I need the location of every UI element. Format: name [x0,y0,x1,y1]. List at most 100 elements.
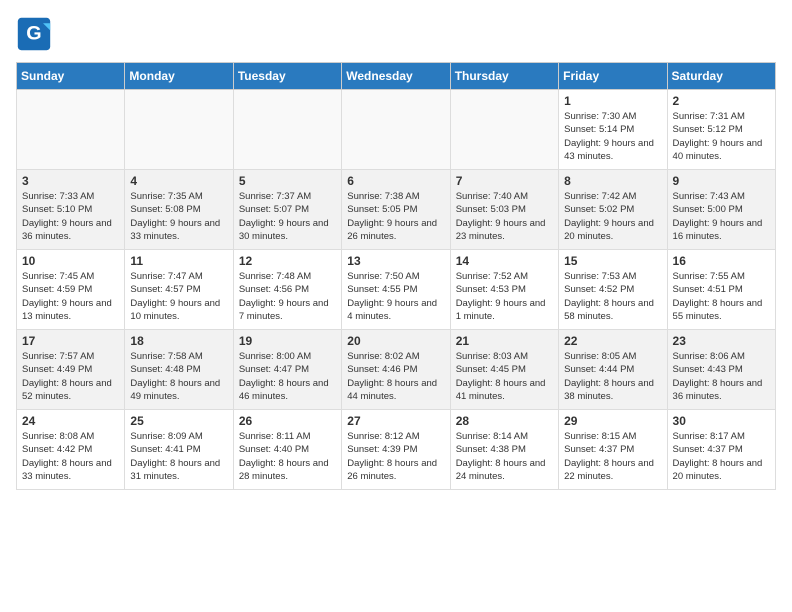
day-number: 1 [564,94,661,108]
calendar-cell: 12 Sunrise: 7:48 AM Sunset: 4:56 PM Dayli… [233,250,341,330]
day-info: Sunrise: 7:52 AM Sunset: 4:53 PM Dayligh… [456,270,553,323]
day-number: 20 [347,334,444,348]
day-info: Sunrise: 7:55 AM Sunset: 4:51 PM Dayligh… [673,270,770,323]
day-number: 7 [456,174,553,188]
calendar-cell [125,90,233,170]
calendar-week-row: 10 Sunrise: 7:45 AM Sunset: 4:59 PM Dayli… [17,250,776,330]
calendar-cell: 5 Sunrise: 7:37 AM Sunset: 5:07 PM Daylig… [233,170,341,250]
calendar-cell: 10 Sunrise: 7:45 AM Sunset: 4:59 PM Dayli… [17,250,125,330]
day-number: 26 [239,414,336,428]
day-info: Sunrise: 7:42 AM Sunset: 5:02 PM Dayligh… [564,190,661,243]
calendar-cell: 20 Sunrise: 8:02 AM Sunset: 4:46 PM Dayli… [342,330,450,410]
day-number: 8 [564,174,661,188]
day-number: 13 [347,254,444,268]
weekday-header-cell: Wednesday [342,63,450,90]
weekday-header-cell: Monday [125,63,233,90]
day-info: Sunrise: 8:09 AM Sunset: 4:41 PM Dayligh… [130,430,227,483]
calendar-cell: 22 Sunrise: 8:05 AM Sunset: 4:44 PM Dayli… [559,330,667,410]
weekday-header-row: SundayMondayTuesdayWednesdayThursdayFrid… [17,63,776,90]
calendar-cell: 16 Sunrise: 7:55 AM Sunset: 4:51 PM Dayli… [667,250,775,330]
calendar-cell: 1Sunrise: 7:30 AM Sunset: 5:14 PM Daylig… [559,90,667,170]
day-info: Sunrise: 7:35 AM Sunset: 5:08 PM Dayligh… [130,190,227,243]
day-number: 27 [347,414,444,428]
day-info: Sunrise: 7:57 AM Sunset: 4:49 PM Dayligh… [22,350,119,403]
calendar-body: 1Sunrise: 7:30 AM Sunset: 5:14 PM Daylig… [17,90,776,490]
weekday-header-cell: Tuesday [233,63,341,90]
calendar-cell: 6 Sunrise: 7:38 AM Sunset: 5:05 PM Daylig… [342,170,450,250]
calendar-week-row: 3Sunrise: 7:33 AM Sunset: 5:10 PM Daylig… [17,170,776,250]
calendar-cell [342,90,450,170]
calendar-cell: 4Sunrise: 7:35 AM Sunset: 5:08 PM Daylig… [125,170,233,250]
day-info: Sunrise: 7:38 AM Sunset: 5:05 PM Dayligh… [347,190,444,243]
day-info: Sunrise: 7:47 AM Sunset: 4:57 PM Dayligh… [130,270,227,323]
calendar-cell: 14 Sunrise: 7:52 AM Sunset: 4:53 PM Dayli… [450,250,558,330]
calendar-cell: 23 Sunrise: 8:06 AM Sunset: 4:43 PM Dayli… [667,330,775,410]
weekday-header-cell: Sunday [17,63,125,90]
day-info: Sunrise: 7:58 AM Sunset: 4:48 PM Dayligh… [130,350,227,403]
logo: G [16,16,56,52]
calendar-cell: 26 Sunrise: 8:11 AM Sunset: 4:40 PM Dayli… [233,410,341,490]
day-number: 18 [130,334,227,348]
calendar-cell: 9Sunrise: 7:43 AM Sunset: 5:00 PM Daylig… [667,170,775,250]
day-info: Sunrise: 8:11 AM Sunset: 4:40 PM Dayligh… [239,430,336,483]
day-info: Sunrise: 7:31 AM Sunset: 5:12 PM Dayligh… [673,110,770,163]
day-number: 11 [130,254,227,268]
day-info: Sunrise: 7:43 AM Sunset: 5:00 PM Dayligh… [673,190,770,243]
day-number: 16 [673,254,770,268]
day-number: 22 [564,334,661,348]
page-header: G [16,16,776,52]
calendar-cell: 21 Sunrise: 8:03 AM Sunset: 4:45 PM Dayli… [450,330,558,410]
day-number: 28 [456,414,553,428]
weekday-header-cell: Saturday [667,63,775,90]
calendar-cell [233,90,341,170]
day-number: 23 [673,334,770,348]
day-info: Sunrise: 8:02 AM Sunset: 4:46 PM Dayligh… [347,350,444,403]
day-number: 15 [564,254,661,268]
weekday-header-cell: Friday [559,63,667,90]
day-info: Sunrise: 8:15 AM Sunset: 4:37 PM Dayligh… [564,430,661,483]
day-info: Sunrise: 8:05 AM Sunset: 4:44 PM Dayligh… [564,350,661,403]
day-info: Sunrise: 7:53 AM Sunset: 4:52 PM Dayligh… [564,270,661,323]
calendar-cell: 30 Sunrise: 8:17 AM Sunset: 4:37 PM Dayli… [667,410,775,490]
calendar-cell [450,90,558,170]
calendar-cell: 3Sunrise: 7:33 AM Sunset: 5:10 PM Daylig… [17,170,125,250]
calendar-cell: 28 Sunrise: 8:14 AM Sunset: 4:38 PM Dayli… [450,410,558,490]
day-info: Sunrise: 8:06 AM Sunset: 4:43 PM Dayligh… [673,350,770,403]
day-info: Sunrise: 8:12 AM Sunset: 4:39 PM Dayligh… [347,430,444,483]
day-info: Sunrise: 7:40 AM Sunset: 5:03 PM Dayligh… [456,190,553,243]
calendar-cell: 13Sunrise: 7:50 AM Sunset: 4:55 PM Dayli… [342,250,450,330]
day-info: Sunrise: 8:17 AM Sunset: 4:37 PM Dayligh… [673,430,770,483]
day-number: 6 [347,174,444,188]
calendar-cell: 7 Sunrise: 7:40 AM Sunset: 5:03 PM Daylig… [450,170,558,250]
day-number: 19 [239,334,336,348]
calendar-week-row: 24 Sunrise: 8:08 AM Sunset: 4:42 PM Dayli… [17,410,776,490]
calendar-cell: 27 Sunrise: 8:12 AM Sunset: 4:39 PM Dayli… [342,410,450,490]
day-info: Sunrise: 7:48 AM Sunset: 4:56 PM Dayligh… [239,270,336,323]
day-number: 24 [22,414,119,428]
calendar-cell: 25Sunrise: 8:09 AM Sunset: 4:41 PM Dayli… [125,410,233,490]
weekday-header-cell: Thursday [450,63,558,90]
calendar-week-row: 17Sunrise: 7:57 AM Sunset: 4:49 PM Dayli… [17,330,776,410]
calendar-cell: 29Sunrise: 8:15 AM Sunset: 4:37 PM Dayli… [559,410,667,490]
calendar-cell: 8 Sunrise: 7:42 AM Sunset: 5:02 PM Daylig… [559,170,667,250]
day-number: 10 [22,254,119,268]
day-number: 30 [673,414,770,428]
day-info: Sunrise: 8:03 AM Sunset: 4:45 PM Dayligh… [456,350,553,403]
calendar-table: SundayMondayTuesdayWednesdayThursdayFrid… [16,62,776,490]
calendar-cell: 15 Sunrise: 7:53 AM Sunset: 4:52 PM Dayli… [559,250,667,330]
calendar-cell [17,90,125,170]
day-info: Sunrise: 8:08 AM Sunset: 4:42 PM Dayligh… [22,430,119,483]
day-info: Sunrise: 8:14 AM Sunset: 4:38 PM Dayligh… [456,430,553,483]
day-info: Sunrise: 7:37 AM Sunset: 5:07 PM Dayligh… [239,190,336,243]
day-info: Sunrise: 7:45 AM Sunset: 4:59 PM Dayligh… [22,270,119,323]
logo-icon: G [16,16,52,52]
calendar-cell: 17Sunrise: 7:57 AM Sunset: 4:49 PM Dayli… [17,330,125,410]
calendar-cell: 11 Sunrise: 7:47 AM Sunset: 4:57 PM Dayli… [125,250,233,330]
calendar-cell: 19Sunrise: 8:00 AM Sunset: 4:47 PM Dayli… [233,330,341,410]
day-number: 14 [456,254,553,268]
day-number: 5 [239,174,336,188]
calendar-week-row: 1Sunrise: 7:30 AM Sunset: 5:14 PM Daylig… [17,90,776,170]
day-number: 21 [456,334,553,348]
day-number: 12 [239,254,336,268]
calendar-cell: 24 Sunrise: 8:08 AM Sunset: 4:42 PM Dayli… [17,410,125,490]
